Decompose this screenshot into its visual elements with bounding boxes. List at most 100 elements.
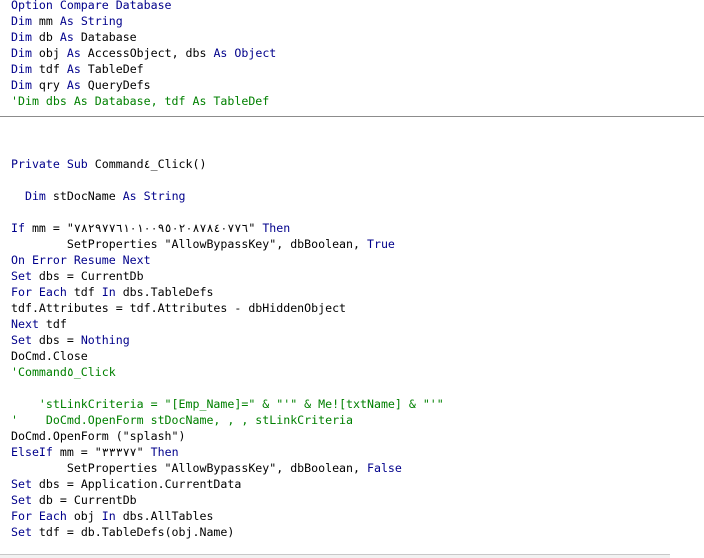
code-token: dbs = CurrentDb — [31, 269, 144, 283]
code-token: DoCmd.OpenForm ("splash") — [11, 429, 186, 443]
code-line[interactable]: ElseIf mm = "٣٣٣٧٧" Then — [11, 444, 704, 460]
horizontal-scrollbar[interactable] — [0, 554, 670, 558]
code-editor[interactable]: Option Compare Database Dim mm As String D… — [0, 0, 704, 558]
keyword-token: As — [66, 78, 81, 92]
keyword-token: Set — [11, 333, 32, 347]
code-token: mm = "٣٣٣٧٧" — [52, 445, 151, 459]
code-token: mm — [31, 14, 60, 28]
code-token: tdf — [31, 62, 67, 76]
keyword-token: Then — [150, 445, 179, 459]
keyword-token: As — [66, 62, 81, 76]
keyword-token: For Each — [11, 509, 67, 523]
keyword-token: Dim — [11, 14, 32, 28]
code-line[interactable]: Next tdf — [11, 316, 704, 332]
keyword-token: Next — [11, 317, 39, 331]
code-token: Database — [73, 30, 137, 44]
keyword-token: As String — [122, 189, 186, 203]
code-token: qry — [31, 78, 67, 92]
code-line[interactable]: 'Command٥_Click — [11, 364, 704, 380]
code-line[interactable]: DoCmd.Close — [11, 348, 704, 364]
declarations-section[interactable]: Option Compare Database Dim mm As String D… — [11, 0, 704, 109]
code-line[interactable]: tdf.Attributes = tdf.Attributes - dbHidd… — [11, 300, 704, 316]
code-line[interactable]: SetProperties "AllowBypassKey", dbBoolea… — [11, 236, 704, 252]
code-line[interactable]: Set dbs = Nothing — [11, 332, 704, 348]
keyword-token: False — [366, 461, 402, 475]
keyword-token: Set — [11, 525, 32, 539]
keyword-token: Private Sub — [11, 157, 88, 171]
code-token: QueryDefs — [80, 78, 151, 92]
code-token: SetProperties "AllowBypassKey", dbBoolea… — [11, 237, 367, 251]
keyword-token: Option Compare Database — [11, 0, 172, 12]
code-line[interactable]: Option Compare Database — [11, 0, 704, 13]
code-token: obj — [31, 46, 67, 60]
keyword-token: ElseIf — [11, 445, 53, 459]
keyword-token: As — [59, 30, 74, 44]
keyword-token: For Each — [11, 285, 67, 299]
code-line[interactable]: For Each tdf In dbs.TableDefs — [11, 284, 704, 300]
code-token: TableDef — [80, 62, 144, 76]
code-token: mm = "٧٨٢٩٧٧٦١٠١٠٠٩٥٠٢٠٨٧٨٤٠٧٧٦" — [24, 221, 263, 235]
code-line[interactable]: Set dbs = CurrentDb — [11, 268, 704, 284]
code-line[interactable] — [11, 172, 704, 188]
code-token: SetProperties "AllowBypassKey", dbBoolea… — [11, 461, 367, 475]
code-line[interactable]: ' DoCmd.OpenForm stDocName, , , stLinkCr… — [11, 412, 704, 428]
code-line[interactable]: Set dbs = Application.CurrentData — [11, 476, 704, 492]
code-line[interactable] — [11, 380, 704, 396]
code-line[interactable]: Dim obj As AccessObject, dbs As Object — [11, 45, 704, 61]
code-line[interactable]: Dim db As Database — [11, 29, 704, 45]
keyword-token: In — [101, 285, 116, 299]
keyword-token: In — [101, 509, 116, 523]
keyword-token: On Error Resume Next — [11, 253, 151, 267]
comment-token: 'Command٥_Click — [11, 365, 116, 379]
code-token: DoCmd.Close — [11, 349, 88, 363]
code-line[interactable]: Dim stDocName As String — [11, 188, 704, 204]
code-token: dbs.AllTables — [115, 509, 214, 523]
code-token: AccessObject, dbs — [80, 46, 214, 60]
code-line[interactable]: Dim mm As String — [11, 13, 704, 29]
keyword-token: As String — [59, 14, 123, 28]
code-line[interactable]: Dim qry As QueryDefs — [11, 77, 704, 93]
keyword-token: Nothing — [80, 333, 130, 347]
code-line[interactable]: On Error Resume Next — [11, 252, 704, 268]
code-token: tdf — [66, 285, 102, 299]
code-line[interactable]: For Each obj In dbs.AllTables — [11, 508, 704, 524]
keyword-token: Then — [262, 221, 291, 235]
code-line[interactable]: Set tdf = db.TableDefs(obj.Name) — [11, 524, 704, 540]
code-line[interactable] — [11, 204, 704, 220]
keyword-token: True — [366, 237, 395, 251]
procedure-section[interactable]: Private Sub Command٤_Click() Dim stDocNa… — [11, 124, 704, 540]
keyword-token: If — [11, 221, 25, 235]
code-line[interactable]: Private Sub Command٤_Click() — [11, 156, 704, 172]
keyword-token: Set — [11, 493, 32, 507]
code-token: db = CurrentDb — [31, 493, 137, 507]
keyword-token: Dim — [11, 30, 32, 44]
code-line[interactable] — [11, 124, 704, 140]
code-token: tdf = db.TableDefs(obj.Name) — [31, 525, 235, 539]
code-line[interactable]: Set db = CurrentDb — [11, 492, 704, 508]
keyword-token: Dim — [24, 189, 46, 203]
code-line[interactable] — [11, 140, 704, 156]
keyword-token: Set — [11, 477, 32, 491]
keyword-token: As Object — [213, 46, 277, 60]
code-token: dbs.TableDefs — [115, 285, 214, 299]
keyword-token: Dim — [11, 62, 32, 76]
code-token: tdf.Attributes = tdf.Attributes - dbHidd… — [11, 301, 347, 315]
code-line[interactable]: SetProperties "AllowBypassKey", dbBoolea… — [11, 460, 704, 476]
keyword-token: As — [66, 46, 81, 60]
code-token: Command٤_Click() — [87, 157, 207, 171]
code-line[interactable]: DoCmd.OpenForm ("splash") — [11, 428, 704, 444]
code-line[interactable]: If mm = "٧٨٢٩٧٧٦١٠١٠٠٩٥٠٢٠٨٧٨٤٠٧٧٦" Then — [11, 220, 704, 236]
margin-indicator-bar[interactable] — [0, 0, 8, 558]
code-line[interactable]: 'stLinkCriteria = "[Emp_Name]=" & "'" & … — [11, 396, 704, 412]
comment-token: 'stLinkCriteria = "[Emp_Name]=" & "'" & … — [38, 397, 444, 411]
code-token: stDocName — [45, 189, 123, 203]
code-line[interactable]: Dim tdf As TableDef — [11, 61, 704, 77]
code-line[interactable]: 'Dim dbs As Database, tdf As TableDef — [11, 93, 704, 109]
code-token: tdf — [38, 317, 67, 331]
code-window[interactable]: Option Compare Database Dim mm As String D… — [0, 0, 704, 558]
code-token: db — [31, 30, 60, 44]
keyword-token: Dim — [11, 46, 32, 60]
code-token: dbs = — [31, 333, 81, 347]
